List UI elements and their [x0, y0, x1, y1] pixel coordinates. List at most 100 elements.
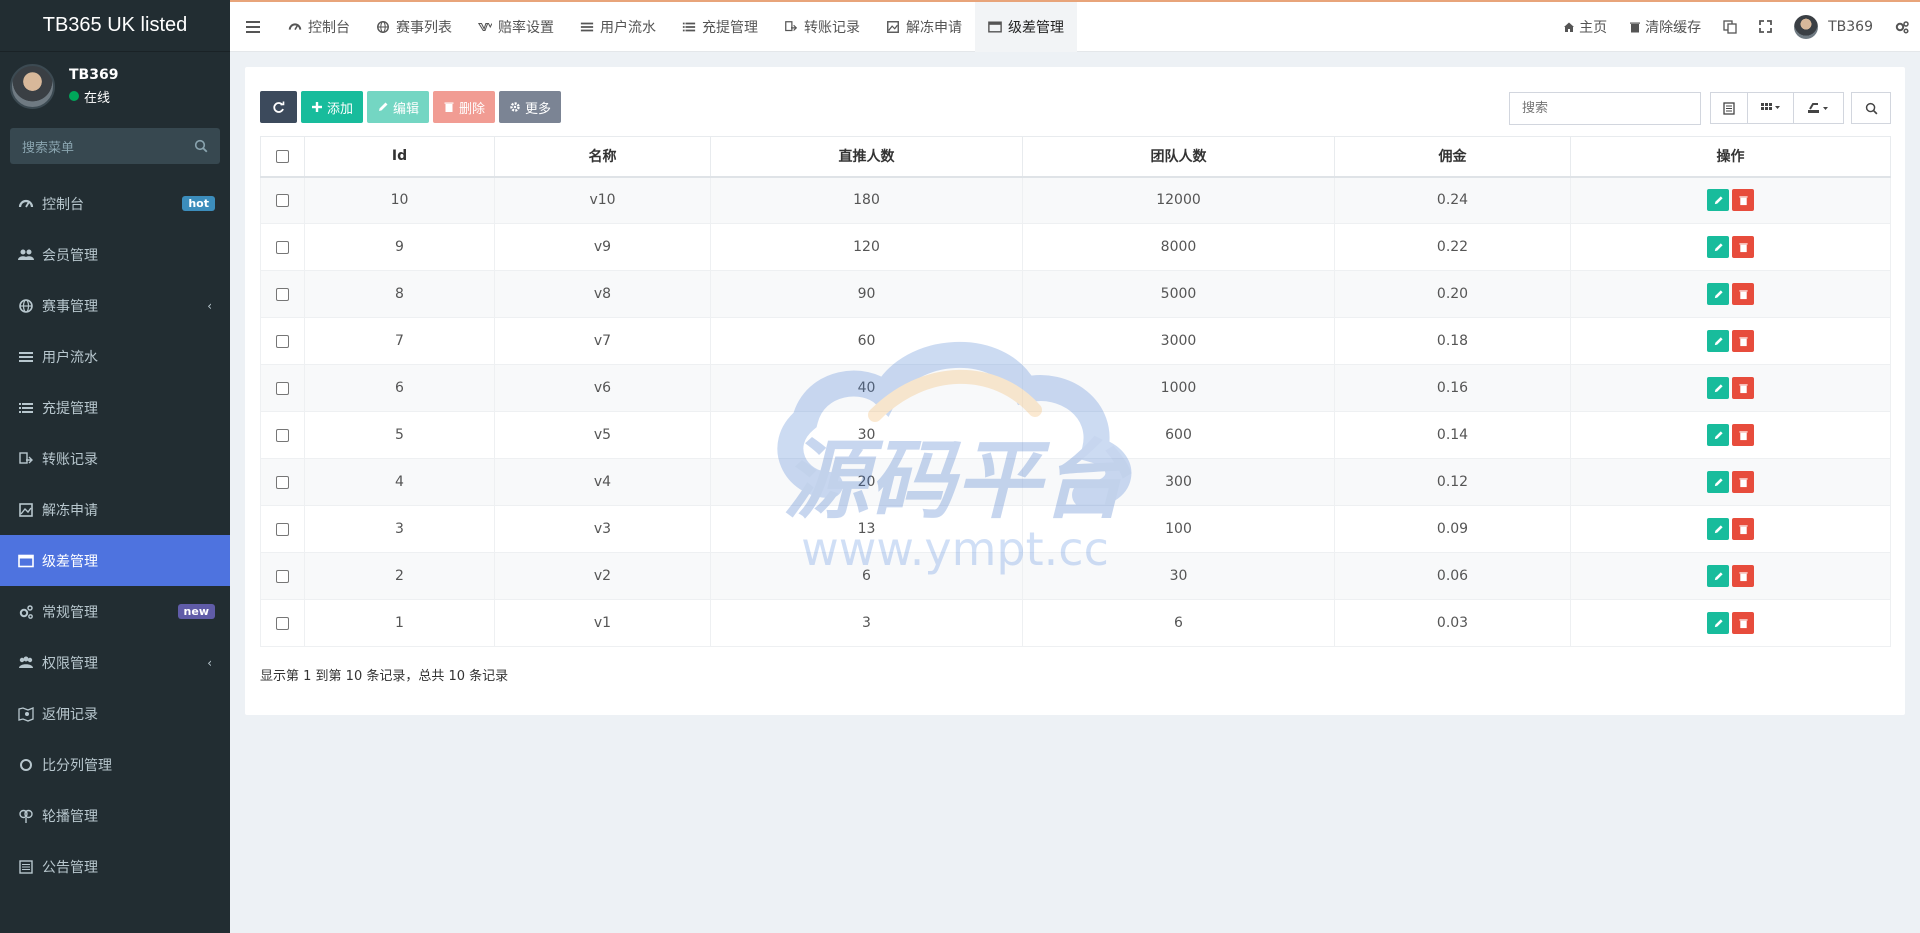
- home-link[interactable]: 主页: [1552, 2, 1618, 52]
- row-delete-button[interactable]: [1732, 471, 1754, 493]
- row-delete-button[interactable]: [1732, 189, 1754, 212]
- sidebar-item-11[interactable]: 比分列管理: [0, 739, 230, 790]
- sidebar-item-2[interactable]: 赛事管理 ‹: [0, 280, 230, 331]
- row-delete-button[interactable]: [1732, 283, 1754, 305]
- menu-search-input[interactable]: 搜索菜单: [10, 128, 220, 164]
- row-checkbox[interactable]: [276, 569, 289, 583]
- row-edit-button[interactable]: [1707, 236, 1729, 258]
- row-delete-button[interactable]: [1732, 424, 1754, 446]
- cogs-icon: [19, 604, 33, 619]
- sidebar-item-0[interactable]: 控制台 hot: [0, 178, 230, 229]
- user-menu[interactable]: TB369: [1783, 2, 1884, 52]
- cell-team: 12000: [1022, 176, 1335, 224]
- row-delete-button[interactable]: [1732, 236, 1754, 258]
- table-row[interactable]: 3 v3 13 100 0.09: [260, 505, 1891, 553]
- row-checkbox[interactable]: [276, 475, 289, 489]
- add-button[interactable]: 添加: [301, 91, 364, 123]
- row-checkbox[interactable]: [276, 616, 289, 630]
- row-checkbox[interactable]: [276, 240, 289, 254]
- row-checkbox[interactable]: [276, 334, 289, 348]
- row-delete-button[interactable]: [1732, 330, 1754, 352]
- toggle-view-button[interactable]: [1710, 92, 1748, 124]
- export-button[interactable]: [1794, 92, 1844, 124]
- dashboard-icon: [288, 22, 302, 30]
- table-row[interactable]: 4 v4 20 300 0.12: [260, 458, 1891, 506]
- row-delete-button[interactable]: [1732, 518, 1754, 540]
- row-edit-button[interactable]: [1707, 471, 1729, 493]
- table-search-input[interactable]: [1509, 92, 1701, 125]
- cell-name: v10: [494, 176, 711, 224]
- row-delete-button[interactable]: [1732, 377, 1754, 399]
- header-team[interactable]: 团队人数: [1022, 136, 1335, 178]
- cell-name: v7: [494, 317, 711, 365]
- columns-button[interactable]: [1748, 92, 1794, 124]
- fullscreen-button[interactable]: [1748, 2, 1783, 52]
- delete-button[interactable]: 删除: [433, 91, 496, 123]
- table-row[interactable]: 7 v7 60 3000 0.18: [260, 317, 1891, 365]
- row-checkbox[interactable]: [276, 381, 289, 395]
- sidebar-item-13[interactable]: 公告管理: [0, 841, 230, 892]
- row-edit-button[interactable]: [1707, 565, 1729, 587]
- row-edit-button[interactable]: [1707, 377, 1729, 399]
- sidebar-item-7[interactable]: 级差管理: [0, 535, 230, 586]
- tab-4[interactable]: 充提管理: [669, 2, 771, 52]
- sidebar-item-5[interactable]: 转账记录: [0, 433, 230, 484]
- settings-button[interactable]: [1884, 2, 1920, 52]
- table-row[interactable]: 10 v10 180 12000 0.24: [260, 176, 1891, 224]
- row-select-cell: [260, 458, 305, 506]
- row-checkbox[interactable]: [276, 428, 289, 442]
- tab-6[interactable]: 解冻申请: [873, 2, 975, 52]
- cell-team: 6: [1022, 599, 1335, 647]
- sidebar-item-10[interactable]: 返佣记录: [0, 688, 230, 739]
- row-edit-button[interactable]: [1707, 283, 1729, 305]
- tab-5[interactable]: 转账记录: [771, 2, 873, 52]
- sidebar-item-8[interactable]: 常规管理 new: [0, 586, 230, 637]
- sidebar-item-3[interactable]: 用户流水: [0, 331, 230, 382]
- row-checkbox[interactable]: [276, 522, 289, 536]
- row-edit-button[interactable]: [1707, 424, 1729, 446]
- clear-cache-button[interactable]: 清除缓存: [1618, 2, 1712, 52]
- avatar: [10, 63, 55, 109]
- header-direct[interactable]: 直推人数: [710, 136, 1023, 178]
- select-all-checkbox[interactable]: [276, 149, 289, 163]
- cell-direct: 40: [710, 364, 1023, 412]
- sidebar-toggle-button[interactable]: [230, 2, 275, 52]
- table-row[interactable]: 1 v1 3 6 0.03: [260, 599, 1891, 647]
- row-edit-button[interactable]: [1707, 189, 1729, 212]
- row-edit-button[interactable]: [1707, 330, 1729, 352]
- language-button[interactable]: [1712, 2, 1748, 52]
- table-row[interactable]: 8 v8 90 5000 0.20: [260, 270, 1891, 318]
- tab-2[interactable]: 赔率设置: [465, 2, 567, 52]
- sidebar-item-9[interactable]: 权限管理 ‹: [0, 637, 230, 688]
- cell-commission: 0.03: [1334, 599, 1571, 647]
- advanced-search-button[interactable]: [1851, 92, 1891, 124]
- sidebar-item-1[interactable]: 会员管理: [0, 229, 230, 280]
- header-id[interactable]: Id: [304, 136, 495, 178]
- tab-3[interactable]: 用户流水: [567, 2, 669, 52]
- header-name[interactable]: 名称: [494, 136, 711, 178]
- table-row[interactable]: 5 v5 30 600 0.14: [260, 411, 1891, 459]
- tab-1[interactable]: 赛事列表: [363, 2, 465, 52]
- refresh-button[interactable]: [260, 91, 297, 123]
- tab-0[interactable]: 控制台: [275, 2, 363, 52]
- brand-logo[interactable]: TB365 UK listed: [0, 0, 230, 52]
- row-edit-button[interactable]: [1707, 518, 1729, 540]
- circle-icon: [20, 758, 32, 771]
- sidebar-item-4[interactable]: 充提管理: [0, 382, 230, 433]
- cell-team: 100: [1022, 505, 1335, 553]
- table-row[interactable]: 6 v6 40 1000 0.16: [260, 364, 1891, 412]
- sidebar-item-6[interactable]: 解冻申请: [0, 484, 230, 535]
- row-checkbox[interactable]: [276, 193, 289, 207]
- edit-button[interactable]: 编辑: [367, 91, 430, 123]
- tab-7[interactable]: 级差管理: [975, 1, 1077, 52]
- row-delete-button[interactable]: [1732, 565, 1754, 587]
- table-row[interactable]: 9 v9 120 8000 0.22: [260, 223, 1891, 271]
- table-row[interactable]: 2 v2 6 30 0.06: [260, 552, 1891, 600]
- more-button[interactable]: 更多: [499, 91, 562, 123]
- row-checkbox[interactable]: [276, 287, 289, 301]
- sidebar-item-12[interactable]: 轮播管理: [0, 790, 230, 841]
- row-edit-button[interactable]: [1707, 612, 1729, 634]
- sidebar-item-label: 公告管理: [42, 859, 98, 876]
- row-delete-button[interactable]: [1732, 612, 1754, 634]
- header-commission[interactable]: 佣金: [1334, 136, 1571, 178]
